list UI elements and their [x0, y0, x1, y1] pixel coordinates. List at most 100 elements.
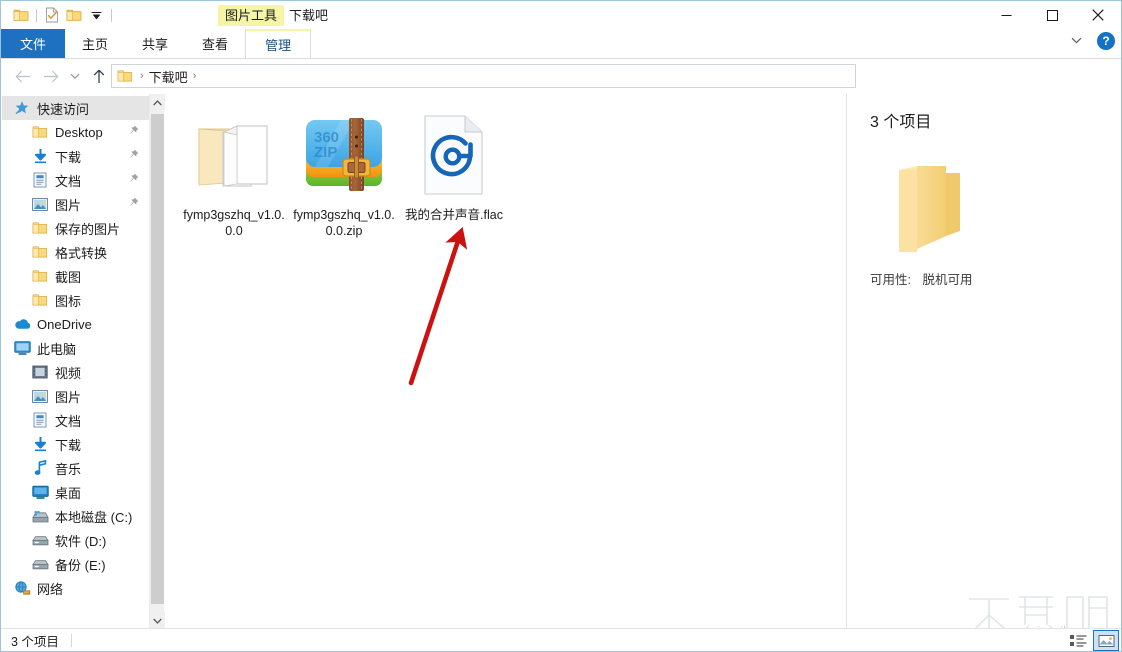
sidebar-item-label: 下载: [55, 437, 82, 453]
sidebar-item-label: 图片: [55, 197, 82, 213]
sidebar-item-5[interactable]: 保存的图片: [2, 216, 149, 240]
tab-file-label: 文件: [20, 37, 47, 52]
sidebar-item-label: 网络: [37, 581, 64, 597]
scrollbar-thumb[interactable]: [151, 114, 164, 604]
sidebar-item-7[interactable]: 截图: [2, 264, 149, 288]
scroll-up-arrow-icon[interactable]: [150, 94, 165, 111]
details-pane: 3 个项目 可用性: 脱机可用: [846, 94, 1121, 629]
ribbon-right-controls: ?: [1065, 32, 1115, 50]
scroll-down-arrow-icon[interactable]: [150, 612, 165, 629]
breadcrumb-item-0[interactable]: 下载吧: [149, 67, 188, 86]
tab-view[interactable]: 查看: [185, 29, 245, 58]
file-item-archive[interactable]: 360 ZIP fymp3gszhq_v1.0.0.0.zip: [289, 104, 399, 239]
tab-file[interactable]: 文件: [1, 29, 66, 58]
sidebar-item-label: 软件 (D:): [55, 533, 107, 549]
chevron-down-icon[interactable]: [1065, 35, 1087, 47]
breadcrumb-separator-1[interactable]: ›: [135, 70, 149, 82]
pictures-icon: [31, 195, 49, 213]
sidebar-item-10[interactable]: 此电脑: [2, 336, 149, 360]
sidebar-item-15[interactable]: 音乐: [2, 456, 149, 480]
system-drive-icon: [31, 507, 49, 525]
recent-locations-button[interactable]: [65, 62, 85, 90]
sidebar-item-label: 图片: [55, 389, 82, 405]
sidebar-item-label: 图标: [55, 293, 82, 309]
sidebar-item-17[interactable]: 本地磁盘 (C:): [2, 504, 149, 528]
sidebar-item-label: 截图: [55, 269, 82, 285]
tab-share-label: 共享: [142, 37, 169, 52]
pin-icon[interactable]: [128, 173, 139, 187]
properties-icon[interactable]: [10, 4, 32, 26]
this-pc-monitor-icon: [13, 339, 31, 357]
customize-dropdown-icon[interactable]: [85, 4, 107, 26]
tab-manage[interactable]: 管理: [245, 29, 312, 58]
sidebar-item-label: Desktop: [55, 124, 103, 140]
up-button[interactable]: [85, 62, 113, 90]
folder-icon: [117, 69, 133, 83]
close-button[interactable]: [1075, 1, 1121, 29]
folder-icon: [31, 243, 49, 261]
sidebar-item-16[interactable]: 桌面: [2, 480, 149, 504]
tab-manage-label: 管理: [265, 38, 292, 53]
window-controls: [983, 1, 1121, 29]
details-title: 3 个项目: [870, 114, 932, 131]
sidebar-item-18[interactable]: 软件 (D:): [2, 528, 149, 552]
folder-icon: [31, 267, 49, 285]
sidebar-item-14[interactable]: 下载: [2, 432, 149, 456]
sidebar-item-0[interactable]: 快速访问: [2, 96, 149, 120]
downloads-arrow-icon: [31, 147, 49, 165]
new-folder-icon[interactable]: [63, 4, 85, 26]
forward-button[interactable]: [37, 62, 65, 90]
tab-home[interactable]: 主页: [65, 29, 125, 58]
breadcrumb[interactable]: › 下载吧 ›: [111, 64, 856, 88]
maximize-button[interactable]: [1029, 1, 1075, 29]
360zip-archive-icon: 360 ZIP: [296, 109, 392, 201]
help-label: ?: [1102, 34, 1110, 48]
availability-value: 脱机可用: [922, 273, 973, 287]
network-icon: [13, 579, 31, 597]
pin-icon[interactable]: [128, 197, 139, 211]
sidebar-item-8[interactable]: 图标: [2, 288, 149, 312]
contextual-tool-title: 图片工具: [218, 5, 285, 26]
file-item-audio[interactable]: 我的合并声音.flac: [399, 104, 509, 239]
sidebar-item-label: 音乐: [55, 461, 82, 477]
open-folder-with-documents-icon: [186, 109, 282, 201]
sidebar-item-13[interactable]: 文档: [2, 408, 149, 432]
sidebar-item-label: 桌面: [55, 485, 82, 501]
file-list-view[interactable]: fymp3gszhq_v1.0.0.0 360 ZIP fymp3gszhq_v…: [165, 94, 842, 629]
large-icons-view-button[interactable]: [1093, 630, 1119, 651]
sidebar-item-3[interactable]: 文档: [2, 168, 149, 192]
sidebar-item-9[interactable]: OneDrive: [2, 312, 149, 336]
sidebar-item-2[interactable]: 下载: [2, 144, 149, 168]
back-button[interactable]: [9, 62, 37, 90]
status-bar: 3 个项目: [1, 628, 1121, 651]
breadcrumb-separator-2[interactable]: ›: [188, 70, 202, 82]
documents-icon: [31, 171, 49, 189]
file-item-folder[interactable]: fymp3gszhq_v1.0.0.0: [179, 104, 289, 239]
checked-document-icon[interactable]: [41, 4, 63, 26]
availability-row: 可用性: 脱机可用: [870, 269, 1121, 288]
navigation-scrollbar[interactable]: [149, 94, 165, 629]
pin-icon[interactable]: [128, 125, 139, 139]
sidebar-item-11[interactable]: 视频: [2, 360, 149, 384]
tab-share[interactable]: 共享: [125, 29, 185, 58]
sidebar-item-4[interactable]: 图片: [2, 192, 149, 216]
sidebar-item-label: 本地磁盘 (C:): [55, 509, 133, 525]
sidebar-item-12[interactable]: 图片: [2, 384, 149, 408]
sidebar-item-label: 快速访问: [37, 101, 90, 117]
sidebar-item-1[interactable]: Desktop: [2, 120, 149, 144]
help-icon[interactable]: ?: [1097, 32, 1115, 50]
sidebar-item-20[interactable]: 网络: [2, 576, 149, 600]
videos-icon: [31, 363, 49, 381]
details-view-button[interactable]: [1065, 630, 1091, 651]
pin-icon[interactable]: [128, 149, 139, 163]
navigation-list: 快速访问 Desktop 下载 文档 图片 保存的图片 格式转换 截图 图标 OneDrive 此电…: [2, 94, 149, 600]
sidebar-item-19[interactable]: 备份 (E:): [2, 552, 149, 576]
sidebar-item-label: 备份 (E:): [55, 557, 106, 573]
folder-icon: [31, 291, 49, 309]
sidebar-item-6[interactable]: 格式转换: [2, 240, 149, 264]
minimize-button[interactable]: [983, 1, 1029, 29]
navigation-pane[interactable]: 快速访问 Desktop 下载 文档 图片 保存的图片 格式转换 截图 图标 OneDrive 此电…: [2, 94, 149, 629]
file-name: fymp3gszhq_v1.0.0.0.zip: [293, 208, 395, 238]
file-name: 我的合并声音.flac: [405, 208, 503, 222]
status-divider: [70, 633, 72, 647]
